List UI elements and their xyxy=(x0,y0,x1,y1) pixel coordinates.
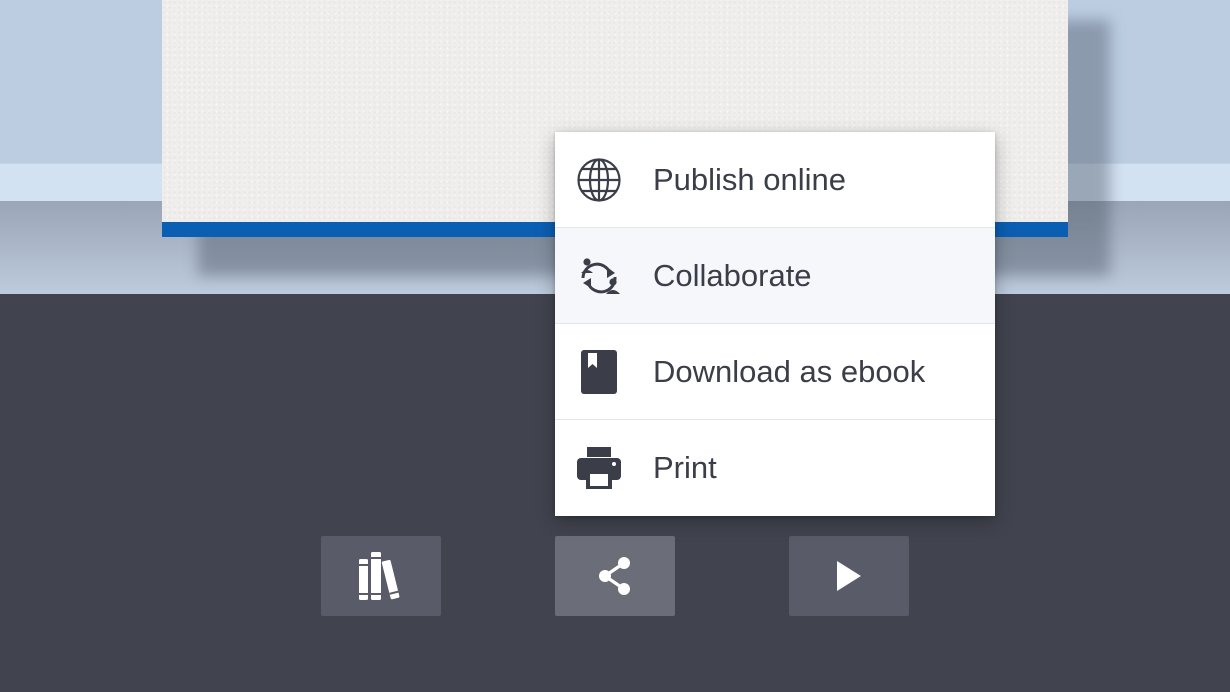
menu-item-label: Collaborate xyxy=(653,257,812,293)
bookshelf-icon xyxy=(358,551,404,601)
library-button[interactable] xyxy=(321,536,441,616)
menu-item-label: Print xyxy=(653,449,717,485)
printer-icon xyxy=(575,444,623,492)
share-icon xyxy=(596,556,634,596)
menu-item-label: Publish online xyxy=(653,161,847,197)
share-button[interactable] xyxy=(555,536,675,616)
menu-item-label: Download as ebook xyxy=(653,353,926,389)
play-icon xyxy=(834,559,864,593)
menu-item-collaborate[interactable]: Collaborate xyxy=(555,228,995,323)
menu-item-publish-online[interactable]: Publish online xyxy=(555,132,995,227)
menu-item-download-ebook[interactable]: Download as ebook xyxy=(555,324,995,419)
book-icon xyxy=(575,348,623,396)
play-button[interactable] xyxy=(789,536,909,616)
collaborate-icon xyxy=(575,252,623,300)
menu-item-print[interactable]: Print xyxy=(555,420,995,515)
share-menu: Publish online Collaborate Download as e… xyxy=(555,132,995,516)
globe-icon xyxy=(575,156,623,204)
